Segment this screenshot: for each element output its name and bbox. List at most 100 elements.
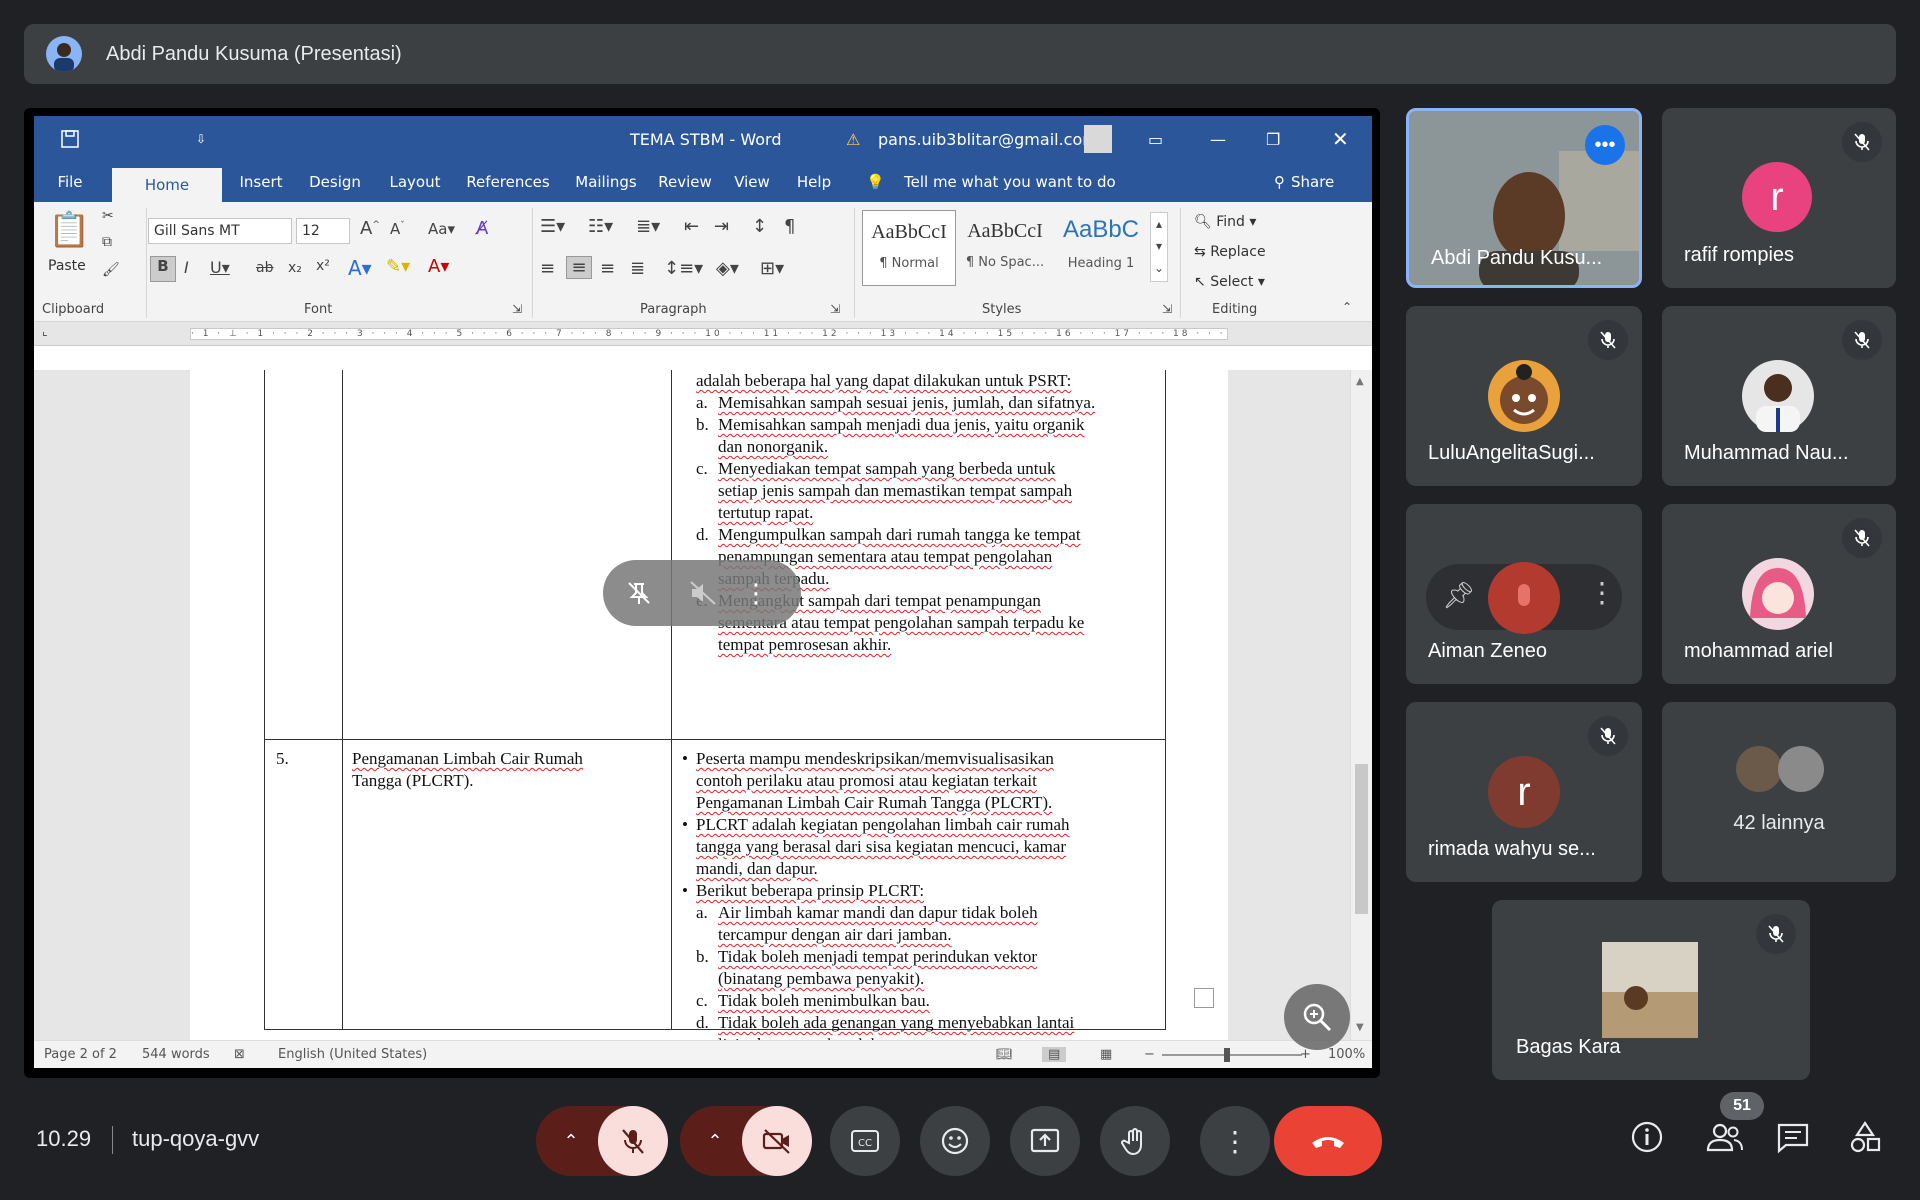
quick-access-dropdown-icon[interactable]: ⇩ (196, 116, 206, 162)
web-layout-icon[interactable]: ▦ (1100, 1047, 1112, 1062)
zoom-presentation-button[interactable] (1284, 984, 1350, 1050)
font-name-select[interactable]: Gill Sans MT (148, 218, 292, 244)
participant-tile[interactable]: mohammad ariel (1662, 504, 1896, 684)
cell-plcrt-content[interactable]: • Peserta mampu mendeskripsikan/memvisual… (676, 748, 1162, 1040)
chat-icon[interactable] (1776, 1122, 1810, 1159)
tab-file[interactable]: File (42, 162, 98, 202)
unpin-icon[interactable] (617, 571, 661, 615)
microphone-toggle-button[interactable] (598, 1106, 668, 1176)
participant-tile[interactable]: LuluAngelitaSugi... (1406, 306, 1642, 486)
proofing-icon[interactable]: ⊠ (234, 1047, 245, 1062)
reactions-button[interactable] (920, 1106, 990, 1176)
style-no-spacing[interactable]: AaBbCcI ¶ No Spac... (958, 210, 1052, 286)
tab-insert[interactable]: Insert (226, 162, 296, 202)
font-dialog-launcher-icon[interactable]: ⇲ (512, 302, 522, 316)
video-settings-chevron-icon[interactable]: ⌃ (680, 1106, 750, 1176)
tell-me-input[interactable]: Tell me what you want to do (904, 162, 1116, 202)
mute-presentation-icon[interactable] (681, 571, 725, 615)
table-resize-handle[interactable] (1194, 988, 1214, 1008)
tab-home[interactable]: Home (112, 168, 222, 202)
tab-mailings[interactable]: Mailings (566, 162, 646, 202)
more-participants-tile[interactable]: 42 lainnya (1662, 702, 1896, 882)
find-button[interactable]: 🔍︎ Find ▾ (1194, 214, 1256, 230)
leave-call-button[interactable] (1274, 1106, 1382, 1176)
tab-help[interactable]: Help (786, 162, 842, 202)
shading-icon[interactable]: ◈▾ (716, 258, 739, 279)
more-options-icon[interactable]: ⋮ (1588, 576, 1616, 609)
scroll-thumb[interactable] (1355, 764, 1368, 914)
align-right-icon[interactable]: ≡ (600, 258, 615, 279)
close-icon[interactable]: ✕ (1332, 116, 1349, 162)
change-case-icon[interactable]: Aa▾ (428, 220, 455, 238)
zoom-slider-thumb[interactable] (1224, 1048, 1230, 1062)
align-center-icon[interactable]: ≡ (566, 256, 592, 279)
font-size-select[interactable]: 12 (296, 218, 350, 244)
meeting-details-icon[interactable] (1630, 1120, 1664, 1159)
font-color-icon[interactable]: A▾ (428, 256, 449, 277)
audio-settings-chevron-icon[interactable]: ⌃ (536, 1106, 606, 1176)
zoom-slider[interactable] (1162, 1054, 1302, 1056)
tab-layout[interactable]: Layout (380, 162, 450, 202)
paste-label[interactable]: Paste (48, 258, 86, 274)
decrease-indent-icon[interactable]: ⇤ (684, 216, 699, 237)
collapse-ribbon-icon[interactable]: ⌃ (1342, 300, 1352, 314)
style-heading-1[interactable]: AaBbC Heading 1 (1054, 210, 1148, 286)
highlight-icon[interactable]: ✎▾ (386, 256, 410, 277)
format-painter-icon[interactable]: 🖌 (102, 262, 120, 278)
shrink-font-icon[interactable]: Aˇ (390, 220, 405, 238)
participant-tile[interactable]: ••• Abdi Pandu Kusu... (1406, 108, 1642, 288)
line-spacing-icon[interactable]: ↕≡▾ (664, 258, 703, 279)
scroll-down-icon[interactable]: ▼ (1356, 1022, 1364, 1033)
paste-icon[interactable]: 📋 (48, 210, 90, 250)
tab-review[interactable]: Review (652, 162, 718, 202)
justify-icon[interactable]: ≣ (630, 258, 645, 279)
participant-tile[interactable]: Muhammad Nau... (1662, 306, 1896, 486)
styles-scroll-icon[interactable]: ▴ ▾ ⌄ (1150, 212, 1168, 282)
italic-icon[interactable]: I (184, 258, 189, 277)
participant-tile[interactable]: 📌︎ ⋮ Aiman Zeneo (1406, 504, 1642, 684)
zoom-level[interactable]: 100% (1328, 1047, 1365, 1062)
word-count[interactable]: 544 words (142, 1047, 210, 1062)
align-left-icon[interactable]: ≡ (540, 258, 555, 279)
grow-font-icon[interactable]: A^ (360, 218, 380, 239)
scroll-up-icon[interactable]: ▲ (1356, 376, 1364, 387)
cut-icon[interactable]: ✂ (102, 208, 114, 224)
paragraph-dialog-launcher-icon[interactable]: ⇲ (830, 302, 840, 316)
tab-references[interactable]: References (458, 162, 558, 202)
print-layout-icon[interactable]: ▤ (1042, 1047, 1067, 1062)
tab-selector-icon[interactable]: ⌞ (42, 324, 48, 338)
participant-tile[interactable]: Bagas Kara (1492, 900, 1810, 1080)
document-page[interactable]: adalah beberapa hal yang dapat dilakukan… (190, 370, 1228, 1040)
account-email[interactable]: pans.uib3blitar@gmail.com (878, 116, 1098, 162)
language[interactable]: English (United States) (278, 1047, 427, 1062)
minimize-icon[interactable]: — (1210, 116, 1226, 162)
bullets-icon[interactable]: ☰▾ (540, 216, 565, 237)
tab-design[interactable]: Design (300, 162, 370, 202)
participant-tile[interactable]: r rimada wahyu se... (1406, 702, 1642, 882)
page-count[interactable]: Page 2 of 2 (44, 1047, 117, 1062)
tab-view[interactable]: View (722, 162, 782, 202)
raise-hand-button[interactable] (1100, 1106, 1170, 1176)
present-button[interactable] (1010, 1106, 1080, 1176)
superscript-icon[interactable]: x² (316, 258, 330, 274)
style-normal[interactable]: AaBbCcI ¶ Normal (862, 210, 956, 286)
more-options-button[interactable]: ⋮ (1200, 1106, 1270, 1176)
save-icon[interactable] (60, 116, 80, 162)
show-paragraph-marks-icon[interactable]: ¶ (784, 216, 795, 237)
borders-icon[interactable]: ⊞▾ (760, 258, 784, 279)
subscript-icon[interactable]: x₂ (288, 260, 302, 276)
account-avatar[interactable] (1084, 116, 1112, 162)
participant-tile[interactable]: r rafif rompies (1662, 108, 1896, 288)
more-options-icon[interactable]: ••• (1585, 125, 1625, 165)
ribbon-display-icon[interactable]: ▭ (1148, 116, 1163, 162)
select-button[interactable]: ↖ Select ▾ (1194, 274, 1265, 290)
vertical-scrollbar[interactable]: ▲ ▼ (1350, 370, 1372, 1040)
underline-icon[interactable]: U▾ (210, 258, 230, 277)
document-area[interactable]: adalah beberapa hal yang dapat dilakukan… (34, 370, 1372, 1040)
activities-icon[interactable] (1848, 1120, 1882, 1159)
people-icon[interactable] (1706, 1120, 1744, 1159)
numbering-icon[interactable]: ☷▾ (588, 216, 613, 237)
zoom-out-icon[interactable]: − (1144, 1047, 1155, 1062)
horizontal-ruler[interactable]: ⌞ · 1 · ⊥ · 1 · · · 2 · · · 3 · · · 4 · … (34, 322, 1372, 346)
read-mode-icon[interactable]: 📖︎ (996, 1047, 1013, 1062)
